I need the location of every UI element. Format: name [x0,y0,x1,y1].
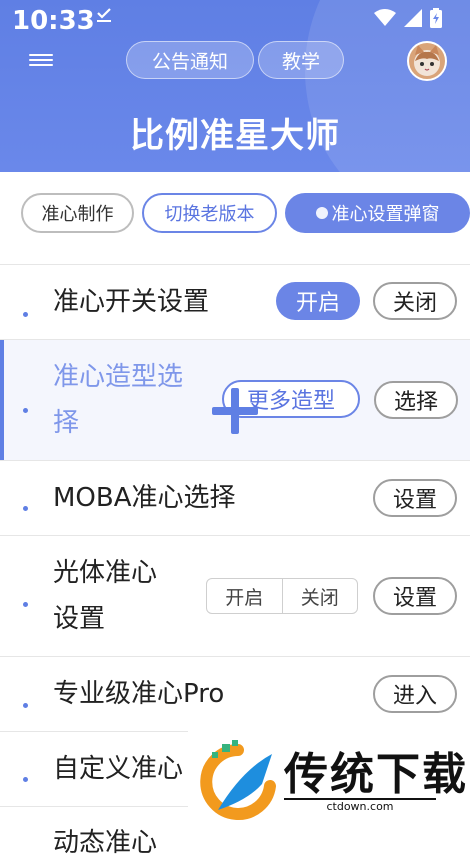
bullet-dot [23,777,28,782]
app-header: 10:33 公告通知 教学 比例准星大师 [0,0,470,172]
enable-button[interactable]: 开启 [276,282,360,320]
row-label-custom-crosshair: 自定义准心 [53,754,184,784]
chip-label: 切换老版本 [164,204,255,225]
switch-old-version-button[interactable]: 切换老版本 [142,193,277,233]
chip-label: 准心设置弹窗 [331,204,440,225]
circle-icon [315,207,328,219]
disable-button[interactable]: 关闭 [373,282,457,320]
bullet-dot [23,506,28,511]
row-label-light-crosshair-line2: 设置 [53,604,106,634]
plus-icon [210,386,260,436]
signal-icon [404,9,422,27]
row-label-crosshair-toggle: 准心开关设置 [53,287,210,317]
bullet-dot [23,312,28,317]
row-label-crosshair-style-line1: 准心造型选 [53,362,184,392]
light-settings-button[interactable]: 设置 [373,577,457,615]
app-title: 比例准星大师 [130,116,340,156]
row-label-pro-crosshair: 专业级准心Pro [53,679,225,709]
watermark-brand: 传统下载 [284,749,468,800]
status-time: 10:33 [12,6,95,36]
divider [0,264,470,265]
battery-icon [430,8,442,28]
watermark: 传统下载 ctdown.com [188,730,470,836]
selected-indicator [0,340,4,460]
chip-label: 准心制作 [41,204,114,225]
crosshair-make-button[interactable]: 准心制作 [21,193,134,233]
button-label: 设置 [392,586,437,611]
hamburger-menu-icon[interactable] [29,51,53,71]
avatar[interactable] [407,41,447,81]
divider [0,535,470,536]
button-label: 选择 [393,390,438,415]
button-label: 进入 [392,684,437,709]
download-done-icon [96,6,112,29]
button-label: 开启 [295,291,340,316]
tab-tutorial[interactable]: 教学 [258,41,344,79]
row-label-dynamic-crosshair: 动态准心 [53,828,158,858]
crosshair-settings-popup-button[interactable]: 准心设置弹窗 [285,193,470,233]
status-bar: 10:33 [0,0,470,40]
moba-settings-button[interactable]: 设置 [373,479,457,517]
watermark-url: ctdown.com [284,800,436,813]
divider [0,656,470,657]
select-button[interactable]: 选择 [374,381,458,419]
tab-announcements[interactable]: 公告通知 [126,41,254,79]
ctdown-logo-icon [198,740,278,822]
button-label: 关闭 [392,291,437,316]
row-label-crosshair-style-line2: 择 [53,408,80,438]
button-label: 更多造型 [246,389,335,414]
divider [0,460,470,461]
enter-pro-button[interactable]: 进入 [373,675,457,713]
bullet-dot [23,703,28,708]
wifi-icon [374,9,396,27]
button-label: 设置 [392,488,437,513]
bullet-dot [23,602,28,607]
segment-off[interactable]: 关闭 [281,579,358,613]
row-label-moba-crosshair: MOBA准心选择 [53,483,236,513]
row-label-light-crosshair-line1: 光体准心 [53,558,158,588]
segment-on[interactable]: 开启 [207,579,282,613]
bullet-dot [23,408,28,413]
on-off-segmented-control[interactable]: 开启 关闭 [206,578,358,614]
